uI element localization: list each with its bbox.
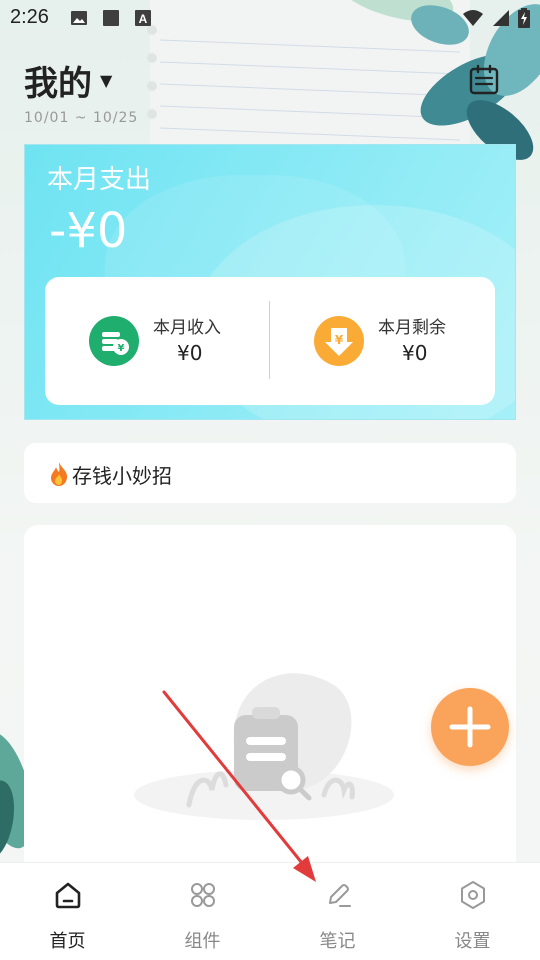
plus-icon [449, 706, 491, 748]
bottom-navigation: 首页 组件 笔记 设置 [0, 862, 540, 960]
svg-text:¥: ¥ [335, 333, 344, 347]
empty-clipboard-search-icon [134, 673, 394, 820]
status-system-icons [462, 8, 530, 28]
date-range: 10/01 ~ 10/25 [24, 110, 139, 126]
nav-item-settings[interactable]: 设置 [405, 863, 540, 960]
nav-label-settings: 设置 [454, 931, 491, 952]
saving-tips-card[interactable]: 存钱小妙招 [24, 443, 516, 503]
ledger-selector[interactable]: 我的 ▼ [24, 56, 112, 105]
status-notification-icons: A [70, 9, 152, 27]
status-time: 2:26 [10, 6, 49, 28]
wifi-icon [463, 10, 483, 26]
grid-icon [191, 883, 215, 907]
nav-label-widgets: 组件 [184, 931, 221, 952]
remaining-label: 本月剩余 [378, 318, 446, 338]
remaining-value: ¥0 [402, 341, 428, 365]
tips-label: 存钱小妙招 [72, 464, 172, 488]
calendar-list-icon [469, 64, 499, 95]
expense-label: 本月支出 [47, 165, 152, 195]
yen-down-icon: ¥ [314, 316, 364, 366]
header: 我的 ▼ 10/01 ~ 10/25 [0, 50, 540, 140]
calendar-button[interactable] [468, 64, 500, 96]
hexagon-gear-icon [461, 881, 485, 909]
nav-item-widgets[interactable]: 组件 [135, 863, 270, 960]
monthly-remaining[interactable]: ¥ 本月剩余 ¥0 [270, 277, 495, 405]
coins-icon: ¥ [89, 316, 139, 366]
page-title: 我的 [24, 64, 92, 104]
pen-icon [329, 884, 351, 907]
nav-label-notes: 笔记 [319, 931, 356, 952]
monthly-income[interactable]: ¥ 本月收入 ¥0 [45, 277, 270, 405]
income-label: 本月收入 [153, 318, 221, 338]
status-bar: 2:26 A [0, 0, 540, 36]
income-value: ¥0 [177, 341, 203, 365]
square-icon [103, 10, 119, 26]
fire-icon [51, 462, 68, 486]
monthly-expense-card[interactable]: 本月支出 -¥0 ¥ 本月收入 ¥0 ¥ 本月剩余 ¥0 [24, 144, 516, 420]
add-record-button[interactable] [431, 688, 509, 766]
signal-icon [493, 10, 509, 26]
svg-text:A: A [139, 12, 148, 26]
nav-item-notes[interactable]: 笔记 [270, 863, 405, 960]
expense-value: -¥0 [49, 203, 128, 259]
income-summary-card: ¥ 本月收入 ¥0 ¥ 本月剩余 ¥0 [45, 277, 495, 405]
nav-item-home[interactable]: 首页 [0, 863, 135, 960]
text-a-icon: A [135, 10, 151, 26]
image-icon [71, 11, 87, 25]
nav-label-home: 首页 [49, 931, 86, 952]
battery-charging-icon [518, 8, 530, 28]
caret-down-icon: ▼ [100, 71, 113, 90]
svg-text:¥: ¥ [118, 343, 125, 354]
home-icon [55, 882, 81, 909]
